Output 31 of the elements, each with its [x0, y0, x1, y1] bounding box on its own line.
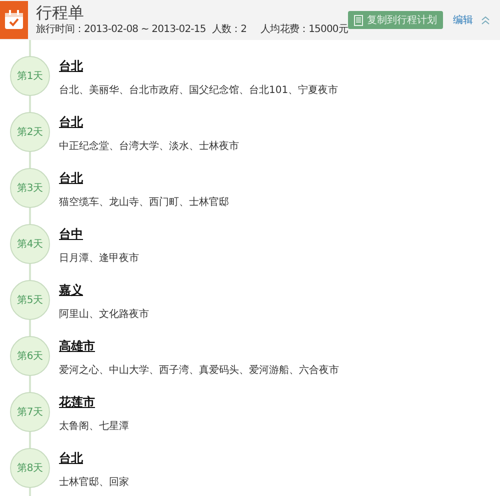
- city-link[interactable]: 台北: [59, 58, 83, 74]
- places-list: 士林官邸、回家: [59, 476, 129, 489]
- day-badge: 第3天: [10, 168, 50, 208]
- page-title: 行程单: [36, 3, 86, 23]
- day-badge: 第7天: [10, 392, 50, 432]
- city-link[interactable]: 台北: [59, 450, 83, 466]
- day-badge: 第4天: [10, 224, 50, 264]
- day-badge: 第8天: [10, 448, 50, 488]
- travel-dates: 旅行时间：2013-02-08 ~ 2013-02-15: [36, 23, 206, 37]
- day-badge: 第2天: [10, 112, 50, 152]
- places-list: 中正纪念堂、台湾大学、淡水、士林夜市: [59, 140, 239, 153]
- people-count: 人数：2: [212, 23, 247, 37]
- city-link[interactable]: 花莲市: [59, 394, 95, 410]
- places-list: 日月潭、逢甲夜市: [59, 252, 139, 265]
- places-list: 太鲁阁、七星潭: [59, 420, 129, 433]
- edit-link[interactable]: 编辑: [453, 13, 473, 27]
- collapse-icon[interactable]: [481, 16, 490, 24]
- city-link[interactable]: 台中: [59, 226, 83, 242]
- places-list: 爱河之心、中山大学、西子湾、真爱码头、爱河游船、六合夜市: [59, 364, 339, 377]
- places-list: 猫空缆车、龙山寺、西门町、士林官邸: [59, 196, 229, 209]
- city-link[interactable]: 台北: [59, 170, 83, 186]
- city-link[interactable]: 高雄市: [59, 338, 95, 354]
- city-link[interactable]: 嘉义: [59, 282, 83, 298]
- places-list: 台北、美丽华、台北市政府、国父纪念馆、台北101、宁夏夜市: [59, 84, 338, 97]
- day-badge: 第6天: [10, 336, 50, 376]
- day-badge: 第1天: [10, 56, 50, 96]
- day-badge: 第5天: [10, 280, 50, 320]
- document-icon: [354, 14, 363, 26]
- places-list: 阿里山、文化路夜市: [59, 308, 149, 321]
- cost-per-person: 人均花费：15000元: [260, 23, 348, 37]
- city-link[interactable]: 台北: [59, 114, 83, 130]
